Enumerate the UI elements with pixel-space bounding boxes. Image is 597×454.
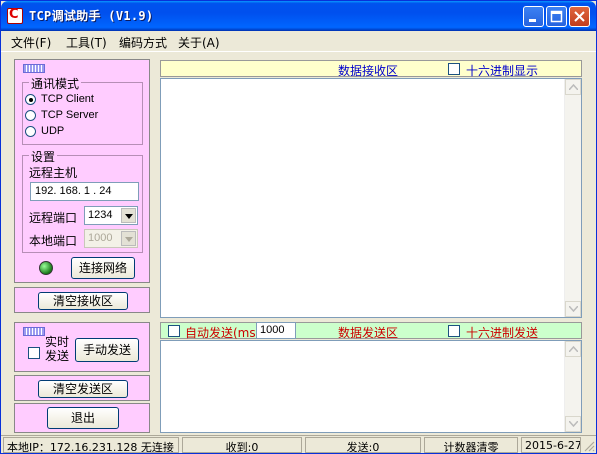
remote-port-dropdown-button[interactable] xyxy=(121,208,136,223)
chevron-down-icon xyxy=(125,237,133,242)
remote-port-label: 远程端口 xyxy=(29,211,78,225)
window-title: TCP调试助手 (V1.9) xyxy=(29,9,154,23)
remote-host-label: 远程主机 xyxy=(29,166,78,180)
clear-send-panel: 清空发送区 xyxy=(14,375,150,401)
resize-grip-icon[interactable] xyxy=(583,440,595,452)
radio-tcp-client-indicator[interactable] xyxy=(25,94,36,105)
manual-send-button[interactable]: 手动发送 xyxy=(75,338,139,362)
auto-send-interval-input[interactable]: 1000 xyxy=(256,322,296,339)
menu-bar: 文件(F) 工具(T) 编码方式 关于(A) xyxy=(1,31,596,52)
remote-port-select[interactable]: 1234 xyxy=(84,206,138,225)
chevron-down-icon xyxy=(125,214,133,219)
minimize-icon xyxy=(529,19,536,22)
radio-udp[interactable]: UDP xyxy=(25,125,65,137)
local-port-dropdown-button xyxy=(121,231,136,246)
status-date: 2015-6-27 xyxy=(521,437,581,453)
status-received: 收到:0 xyxy=(182,437,302,453)
chevron-up-icon xyxy=(569,346,578,352)
radio-udp-indicator[interactable] xyxy=(25,126,36,137)
settings-group: 设置 远程主机 192. 168. 1 . 24 远程端口 1234 本地端口 … xyxy=(22,148,143,253)
send-scrollbar[interactable] xyxy=(564,341,581,432)
auto-send-label: 自动发送(ms) xyxy=(185,326,261,340)
status-local-ip: 本地IP：172.16.231.128 无连接 xyxy=(3,437,179,453)
hex-send-checkbox[interactable] xyxy=(448,325,460,337)
scroll-down-button[interactable] xyxy=(565,416,581,432)
clear-recv-button[interactable]: 清空接收区 xyxy=(38,292,128,310)
panel-tag-icon xyxy=(23,327,45,336)
connection-panel: 通讯模式 TCP Client TCP Server UDP 设置 远程主机 1… xyxy=(14,59,150,283)
local-port-value: 1000 xyxy=(88,232,113,244)
mode-group-title: 通讯模式 xyxy=(29,75,82,92)
scroll-up-button[interactable] xyxy=(565,79,581,95)
radio-tcp-server-label: TCP Server xyxy=(41,109,99,121)
maximize-icon xyxy=(550,10,563,23)
receive-scrollbar[interactable] xyxy=(564,79,581,317)
mode-group: 通讯模式 TCP Client TCP Server UDP xyxy=(22,75,143,145)
counter-clear-button[interactable]: 计数器清零 xyxy=(424,437,518,453)
hex-display-checkbox[interactable] xyxy=(448,63,460,75)
exit-button[interactable]: 退出 xyxy=(47,407,119,429)
app-logo-icon: C xyxy=(7,7,23,24)
radio-udp-label: UDP xyxy=(41,125,65,137)
title-bar[interactable]: C TCP调试助手 (V1.9) xyxy=(1,1,596,31)
close-icon xyxy=(574,11,585,22)
connect-button[interactable]: 连接网络 xyxy=(71,257,135,279)
panel-tag-icon xyxy=(23,64,45,73)
send-title: 数据发送区 xyxy=(338,326,399,340)
send-control-panel: 实时 发送 手动发送 xyxy=(14,322,150,372)
menu-file[interactable]: 文件(F) xyxy=(11,34,51,51)
remote-host-input[interactable]: 192. 168. 1 . 24 xyxy=(30,182,139,201)
local-port-label: 本地端口 xyxy=(29,234,78,248)
send-textarea[interactable] xyxy=(160,340,582,433)
close-button[interactable] xyxy=(569,6,590,27)
clear-recv-panel: 清空接收区 xyxy=(14,287,150,313)
send-header: 自动发送(ms) 1000 数据发送区 十六进制发送 xyxy=(160,322,582,340)
local-port-select: 1000 xyxy=(84,229,138,248)
minimize-button[interactable] xyxy=(523,6,544,27)
maximize-button[interactable] xyxy=(546,6,567,27)
realtime-send-checkbox[interactable] xyxy=(28,347,40,359)
receive-title: 数据接收区 xyxy=(338,64,399,78)
scroll-down-button[interactable] xyxy=(565,301,581,317)
auto-send-checkbox[interactable] xyxy=(168,325,180,337)
radio-tcp-server[interactable]: TCP Server xyxy=(25,109,99,121)
settings-group-title: 设置 xyxy=(29,148,58,165)
chevron-down-icon xyxy=(569,306,578,312)
receive-header: 数据接收区 十六进制显示 xyxy=(160,60,582,78)
hex-send-label: 十六进制发送 xyxy=(466,326,539,340)
realtime-send-label-1: 实时 xyxy=(45,335,70,349)
chevron-up-icon xyxy=(569,84,578,90)
radio-tcp-server-indicator[interactable] xyxy=(25,110,36,121)
status-bar: 本地IP：172.16.231.128 无连接 收到:0 发送:0 计数器清零 … xyxy=(1,435,596,453)
connection-status-led xyxy=(39,261,53,275)
scroll-up-button[interactable] xyxy=(565,341,581,357)
radio-tcp-client[interactable]: TCP Client xyxy=(25,93,94,105)
realtime-send-label-2: 发送 xyxy=(45,349,70,363)
app-window: C TCP调试助手 (V1.9) 文件(F) 工具(T) 编码方式 关于(A) … xyxy=(0,0,597,454)
exit-panel: 退出 xyxy=(14,403,150,433)
radio-tcp-client-label: TCP Client xyxy=(41,93,94,105)
clear-send-button[interactable]: 清空发送区 xyxy=(38,380,128,398)
status-sent: 发送:0 xyxy=(305,437,421,453)
menu-about[interactable]: 关于(A) xyxy=(178,34,220,51)
receive-textarea[interactable] xyxy=(160,78,582,318)
hex-display-label: 十六进制显示 xyxy=(466,64,539,78)
remote-port-value: 1234 xyxy=(88,209,113,221)
chevron-down-icon xyxy=(569,421,578,427)
menu-encoding[interactable]: 编码方式 xyxy=(119,34,167,51)
menu-tools[interactable]: 工具(T) xyxy=(66,34,107,51)
